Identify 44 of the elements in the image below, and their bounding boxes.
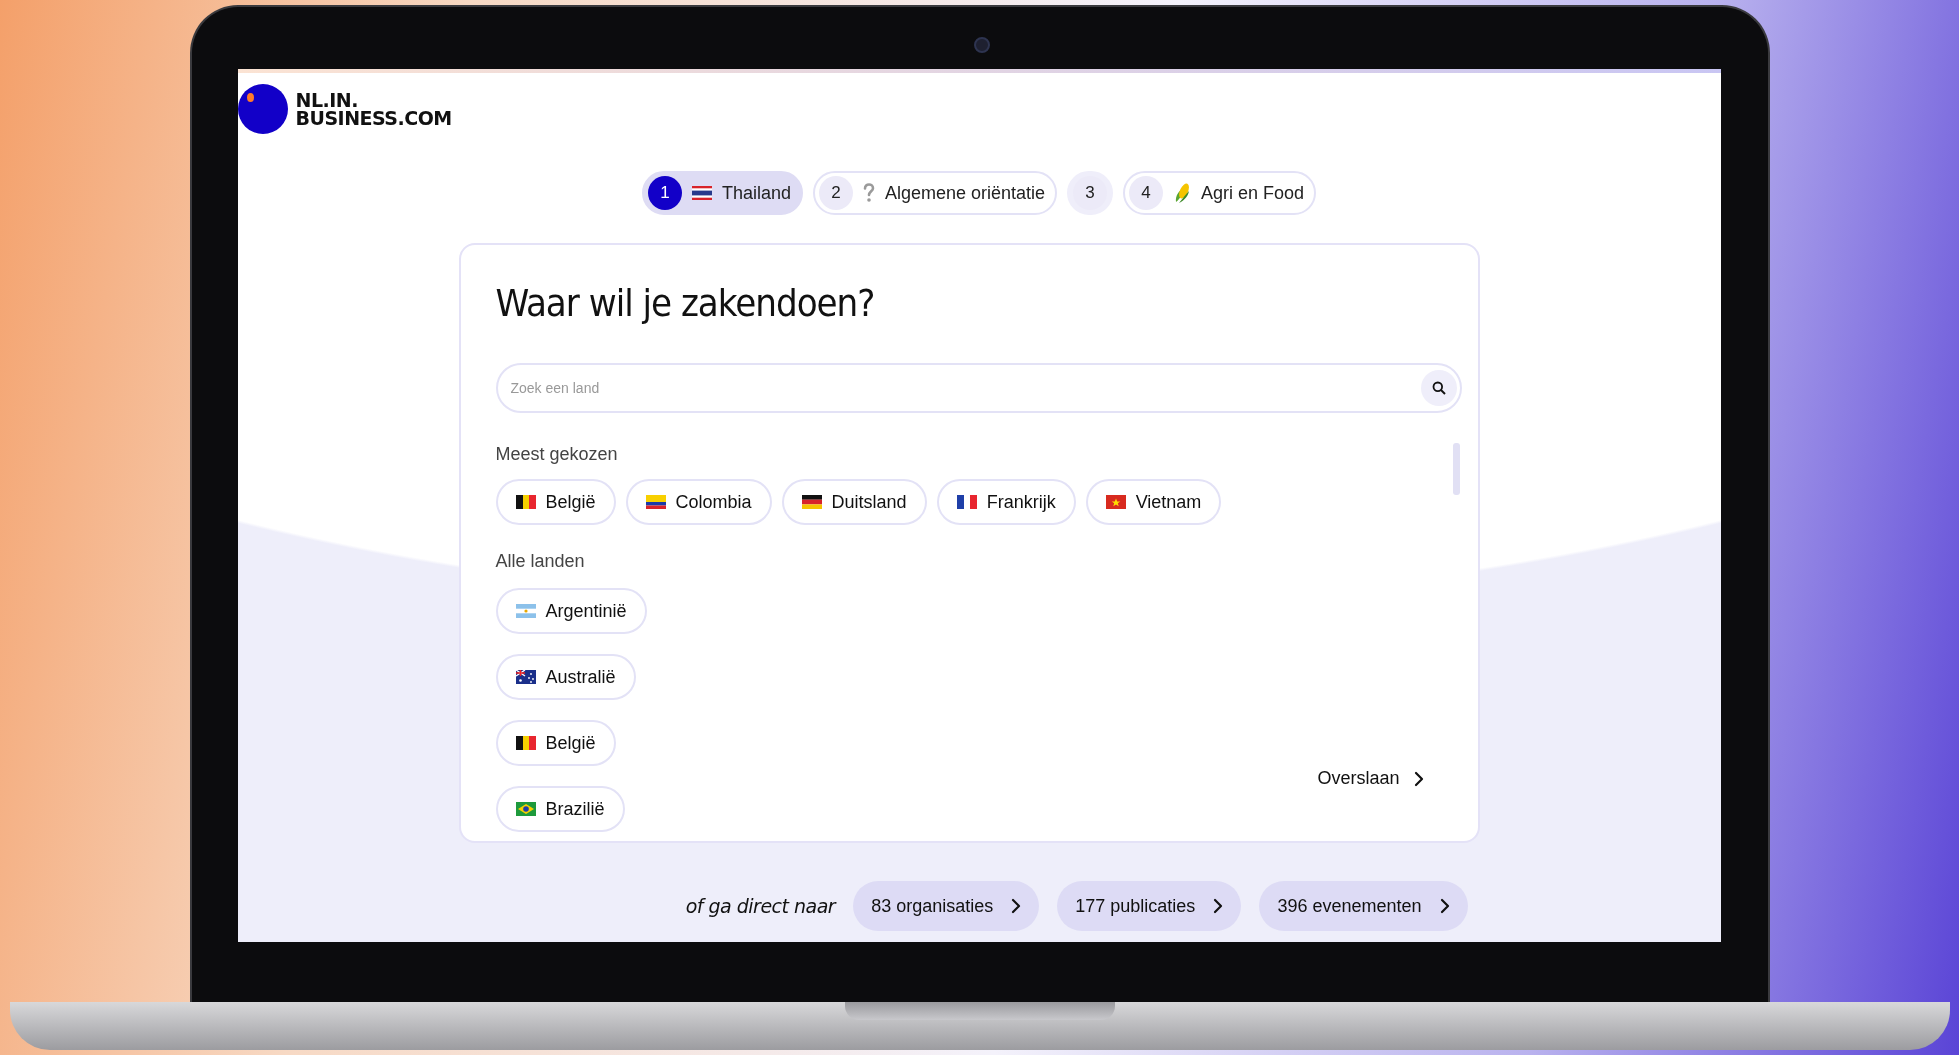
country-chip[interactable]: België	[495, 479, 616, 525]
flag-icon	[691, 186, 712, 200]
flag-icon	[515, 736, 536, 750]
section-heading: Meest gekozen	[495, 444, 619, 465]
country-chip[interactable]: Argentinië	[495, 588, 647, 634]
chevron-right-icon	[1413, 770, 1424, 787]
chevron-right-icon	[1213, 898, 1224, 914]
flag-icon	[515, 495, 536, 509]
card-title: Waar wil je zakendoen?	[495, 281, 876, 325]
search-field[interactable]: Zoek een land	[495, 363, 1462, 413]
shortcut-button[interactable]: 177 publicaties	[1057, 881, 1242, 931]
camera-dot	[973, 37, 990, 53]
section-heading: Alle landen	[495, 551, 586, 572]
flag-icon	[801, 495, 822, 509]
country-chip[interactable]: Frankrijk	[936, 479, 1076, 525]
logo-mark	[237, 84, 288, 134]
scrollbar-thumb[interactable]	[1452, 443, 1460, 495]
flag-icon	[956, 495, 977, 509]
country-chip[interactable]: Australië	[495, 654, 636, 700]
shortcut-button[interactable]: 83 organisaties	[853, 881, 1040, 931]
country-chip[interactable]: Vietnam	[1085, 479, 1222, 525]
flag-icon	[515, 670, 536, 684]
logo-text: NL.IN.	[295, 91, 359, 109]
footer-lead-text: of ga direct naar	[685, 895, 836, 917]
step-tab[interactable]: 1 Thailand	[641, 171, 803, 215]
step-tab[interactable]: 2 Algemene oriëntatie	[812, 171, 1058, 215]
country-chip[interactable]: Duitsland	[781, 479, 927, 525]
chevron-right-icon	[1011, 898, 1022, 914]
corn-icon	[1173, 182, 1192, 204]
flag-icon	[1105, 495, 1126, 509]
flag-icon	[515, 802, 536, 816]
skip-link[interactable]: Overslaan	[1317, 768, 1424, 789]
flag-icon	[645, 495, 666, 509]
country-chip[interactable]: Brazilië	[495, 786, 625, 832]
search-icon	[1431, 381, 1446, 395]
step-tab[interactable]: 3	[1067, 171, 1114, 215]
question-mark-icon	[862, 183, 875, 203]
step-tab[interactable]: 4 Agri en Food	[1123, 171, 1317, 215]
country-chip[interactable]: België	[495, 720, 616, 766]
country-chip[interactable]: Colombia	[625, 479, 772, 525]
flag-icon	[515, 604, 536, 618]
shortcut-button[interactable]: 396 evenementen	[1259, 881, 1468, 931]
chevron-right-icon	[1439, 898, 1450, 914]
logo-text: BUSINESS.COM	[295, 109, 452, 127]
